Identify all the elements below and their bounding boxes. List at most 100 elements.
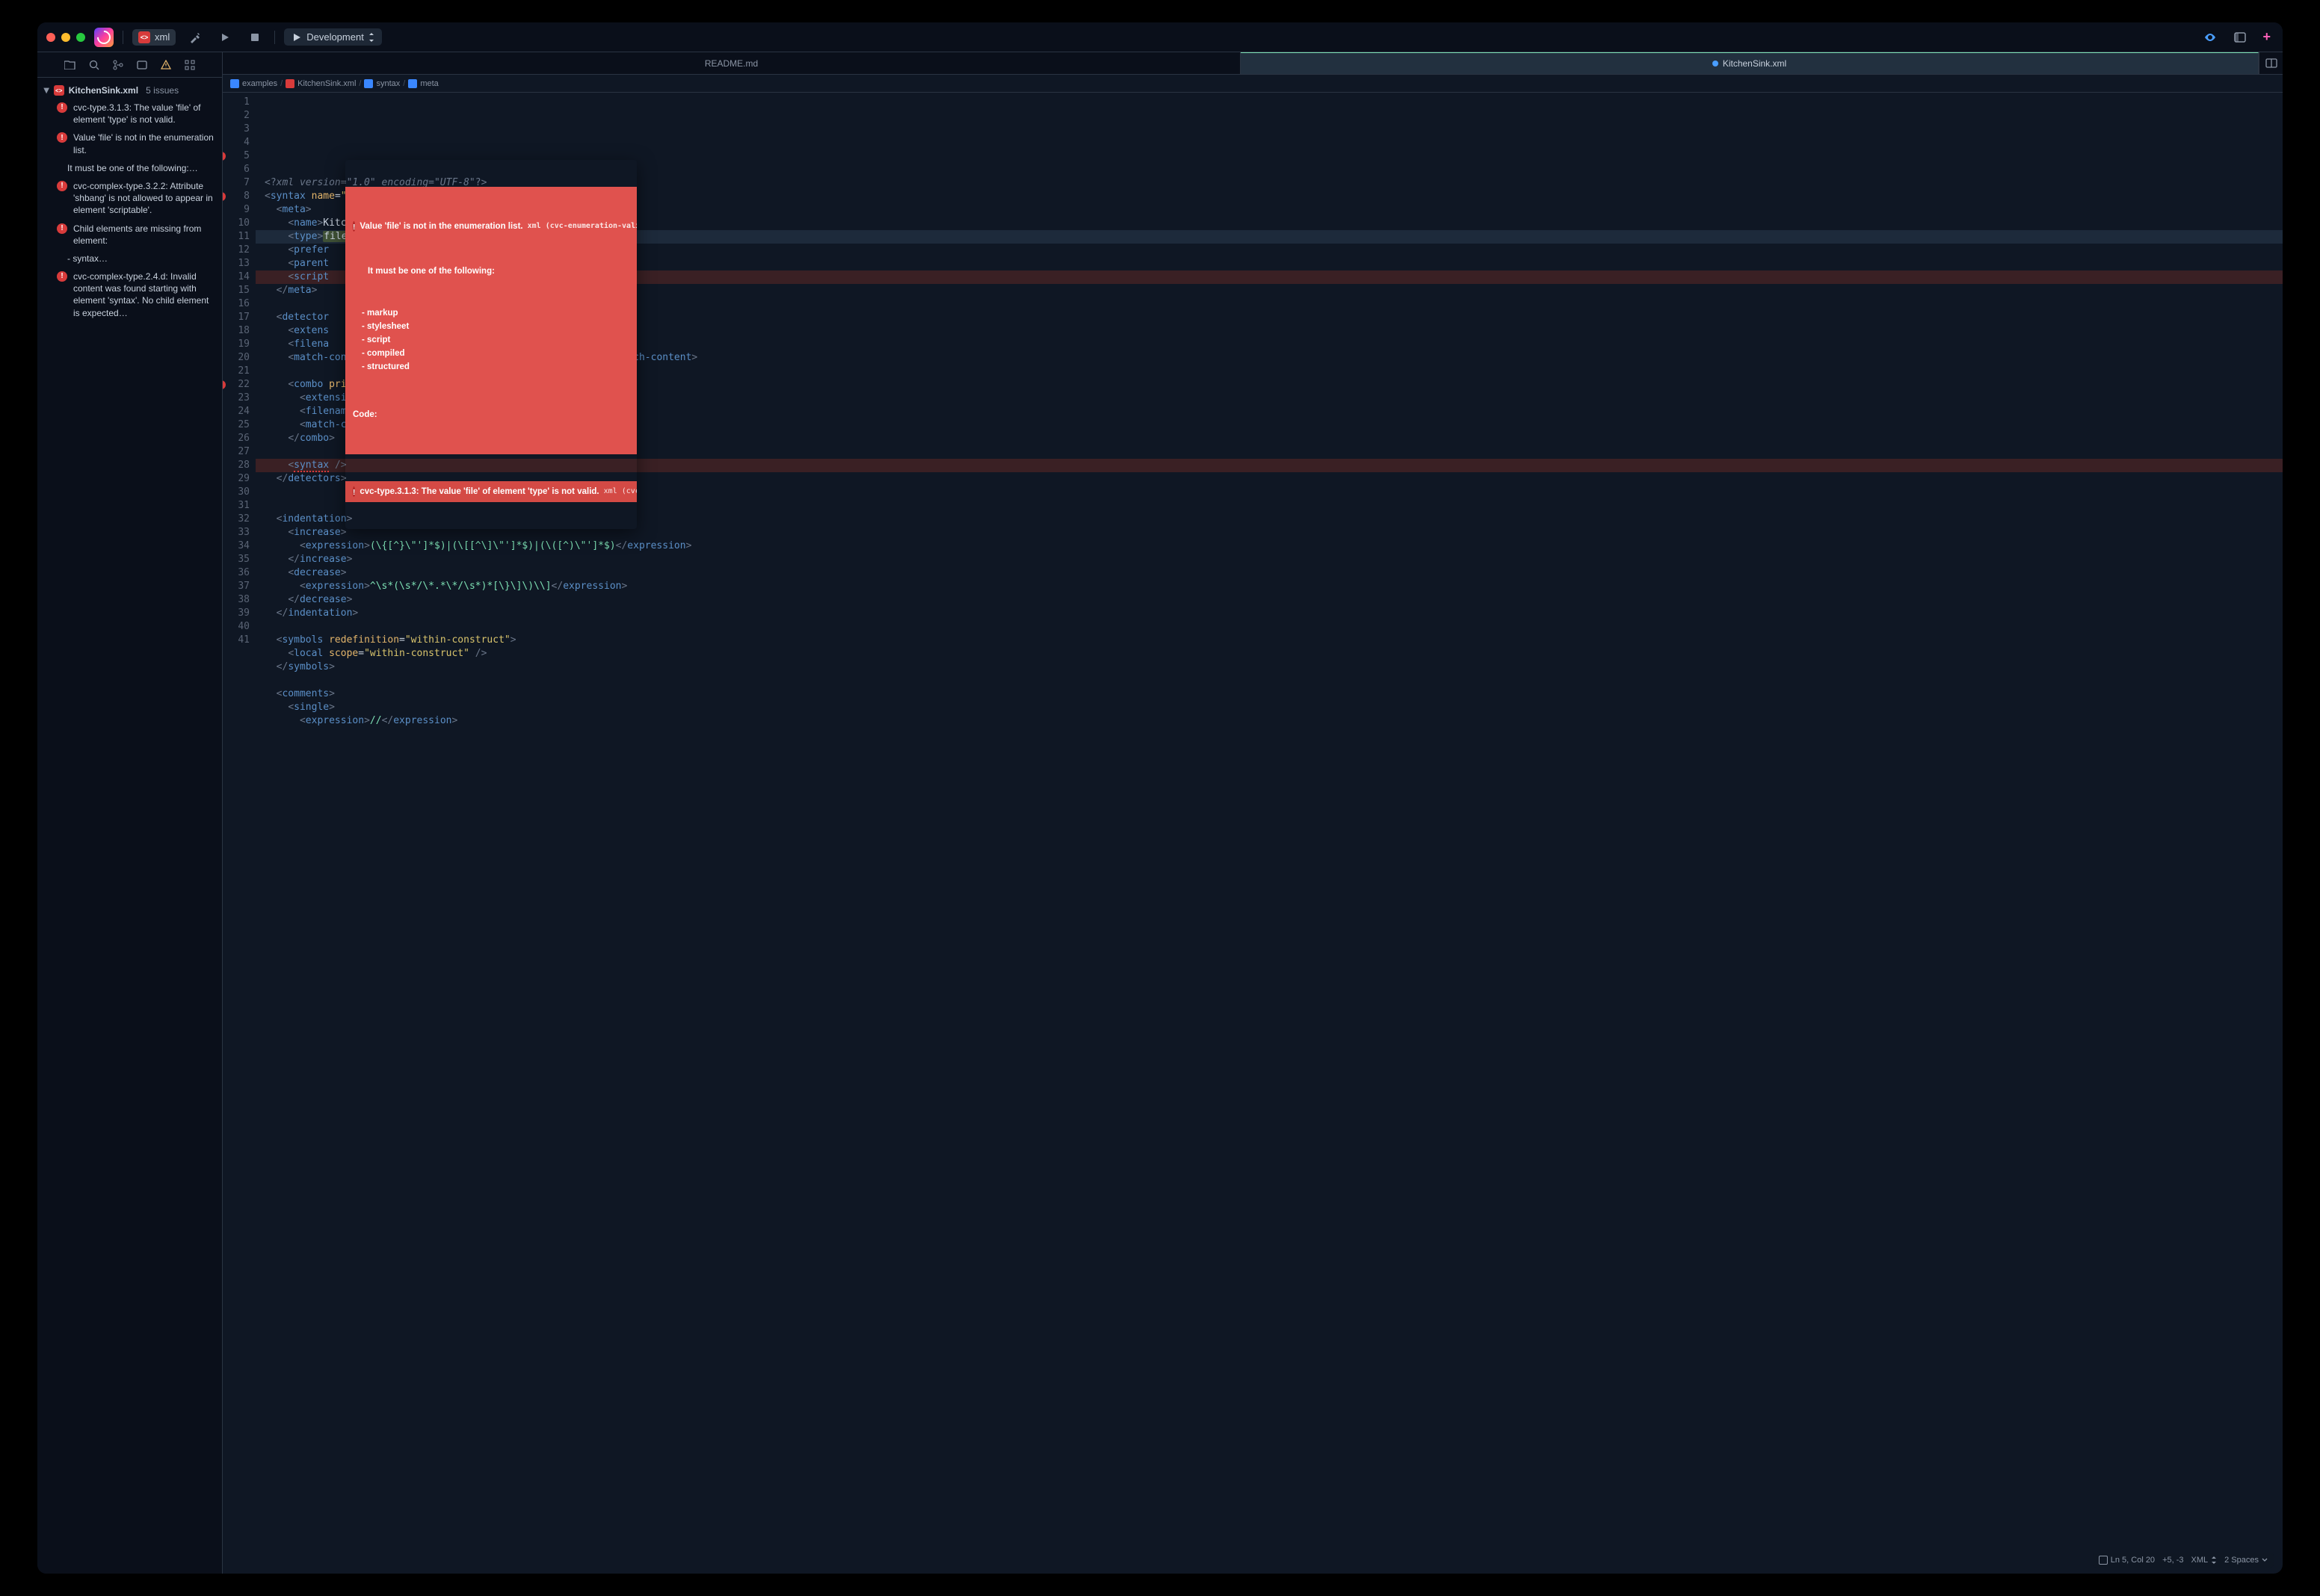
line-number: 16 [223,297,250,311]
project-file-badge[interactable]: <> xml [132,29,176,46]
diagnostic-title: Value 'file' is not in the enumeration l… [360,220,522,233]
line-number: 24 [223,405,250,418]
panel-icon[interactable] [2230,27,2250,48]
line-number: 18 [223,324,250,338]
diagnostic-option: stylesheet [362,320,629,333]
diagnostic-options: markupstylesheetscriptcompiledstructured [362,306,629,374]
line-number: 31 [223,499,250,513]
cursor-position[interactable]: Ln 5, Col 20 [2099,1556,2155,1565]
code-line[interactable]: <comments> [256,687,2283,701]
statusbar: Ln 5, Col 20 +5, -3 XML 2 Spaces [2093,1553,2274,1568]
files-nav-icon[interactable] [64,58,77,72]
error-icon: ! [57,223,67,234]
chevron-updown-icon [368,33,374,42]
line-number: 37 [223,580,250,593]
tag-icon [364,79,373,88]
scheme-picker[interactable]: Development [284,28,382,46]
line-number: 6 [223,163,250,176]
code-line[interactable]: </indentation> [256,607,2283,620]
build-hammer-icon[interactable] [185,27,206,48]
diagnostic-option: structured [362,360,629,374]
zoom-window-button[interactable] [76,33,85,42]
issue-text: Value 'file' is not in the enumeration l… [73,132,216,155]
issues-nav-icon[interactable] [159,58,173,72]
clips-nav-icon[interactable] [135,58,149,72]
issue-item[interactable]: !cvc-complex-type.2.4.d: Invalid content… [37,267,222,322]
breadcrumb-item[interactable]: examples [230,79,277,88]
issue-item[interactable]: !cvc-complex-type.3.2.2: Attribute 'shba… [37,177,222,220]
split-editor-icon[interactable] [2259,52,2283,74]
issue-text: - syntax… [67,253,216,265]
separator [274,31,275,44]
line-number: 34 [223,539,250,553]
line-number: 7 [223,176,250,190]
code-line[interactable]: <single> [256,701,2283,714]
error-icon: ! [57,102,67,113]
tab-readme-md[interactable]: README.md [223,52,1241,74]
issue-text: cvc-complex-type.2.4.d: Invalid content … [73,270,216,319]
code-line[interactable]: </decrease> [256,593,2283,607]
code-line[interactable] [256,620,2283,634]
diagnostic-option: script [362,333,629,347]
issue-item[interactable]: It must be one of the following:… [37,159,222,177]
breadcrumb-label: KitchenSink.xml [297,79,356,88]
line-number: 9 [223,203,250,217]
line-number: 25 [223,418,250,432]
code-line[interactable]: </increase> [256,553,2283,566]
close-window-button[interactable] [46,33,55,42]
code-area[interactable]: 1234567891011121314151617181920212223242… [223,93,2283,1574]
scm-nav-icon[interactable] [111,58,125,72]
breadcrumb-item[interactable]: KitchenSink.xml [286,79,356,88]
line-number: 13 [223,257,250,270]
code-line[interactable]: </symbols> [256,661,2283,674]
breadcrumb-item[interactable]: syntax [364,79,400,88]
line-number: 1 [223,96,250,109]
line-number: 21 [223,365,250,378]
line-number: 27 [223,445,250,459]
diagnostic-intro: It must be one of the following: [353,260,629,278]
minimize-window-button[interactable] [61,33,70,42]
xml-file-icon: <> [54,85,64,96]
diagnostic-code-label: Code: [353,408,629,421]
app-logo-icon [94,28,114,47]
issue-item[interactable]: !cvc-type.3.1.3: The value 'file' of ele… [37,99,222,129]
code-line[interactable]: <symbols redefinition="within-construct"… [256,634,2283,647]
language-picker[interactable]: XML [2191,1556,2218,1565]
issues-file-header[interactable]: ▶ <> KitchenSink.xml 5 issues [37,82,222,99]
line-number: 39 [223,607,250,620]
preview-eye-icon[interactable] [2200,27,2221,48]
code-line[interactable] [256,674,2283,687]
code-line[interactable]: <local scope="within-construct" /> [256,647,2283,661]
run-play-icon[interactable] [215,27,235,48]
line-number: 20 [223,351,250,365]
line-number: 38 [223,593,250,607]
line-number: 19 [223,338,250,351]
tab-kitchensink-xml[interactable]: KitchenSink.xml [1241,52,2259,74]
reports-nav-icon[interactable] [183,58,197,72]
issue-text: cvc-complex-type.3.2.2: Attribute 'shban… [73,180,216,217]
code-line[interactable]: <decrease> [256,566,2283,580]
issue-item[interactable]: !Value 'file' is not in the enumeration … [37,129,222,158]
chevron-down-icon: ▶ [42,87,50,93]
error-gutter-icon[interactable] [223,152,226,161]
line-number: 22 [223,378,250,392]
line-number: 32 [223,513,250,526]
line-number: 40 [223,620,250,634]
selection-delta: +5, -3 [2162,1556,2183,1565]
indent-picker[interactable]: 2 Spaces [2224,1556,2268,1565]
search-nav-icon[interactable] [87,58,101,72]
error-gutter-icon[interactable] [223,380,226,389]
issue-item[interactable]: !Child elements are missing from element… [37,220,222,250]
code-line[interactable]: <expression>(\{[^}\"']*$)|(\[[^\]\"']*$)… [256,539,2283,553]
issue-item[interactable]: - syntax… [37,250,222,267]
line-number: 12 [223,244,250,257]
code-line[interactable]: <expression>//</expression> [256,714,2283,728]
stop-icon[interactable] [244,27,265,48]
code[interactable]: ! Value 'file' is not in the enumeration… [256,93,2283,1574]
error-gutter-icon[interactable] [223,192,226,201]
breadcrumb-item[interactable]: meta [408,79,438,88]
new-tab-plus-icon[interactable]: + [2259,29,2274,45]
code-line[interactable]: <expression>^\s*(\s*/\*.*\*/\s*)*[\}\]\)… [256,580,2283,593]
cursor-icon [2099,1556,2108,1565]
chevron-down-icon [2262,1558,2268,1562]
